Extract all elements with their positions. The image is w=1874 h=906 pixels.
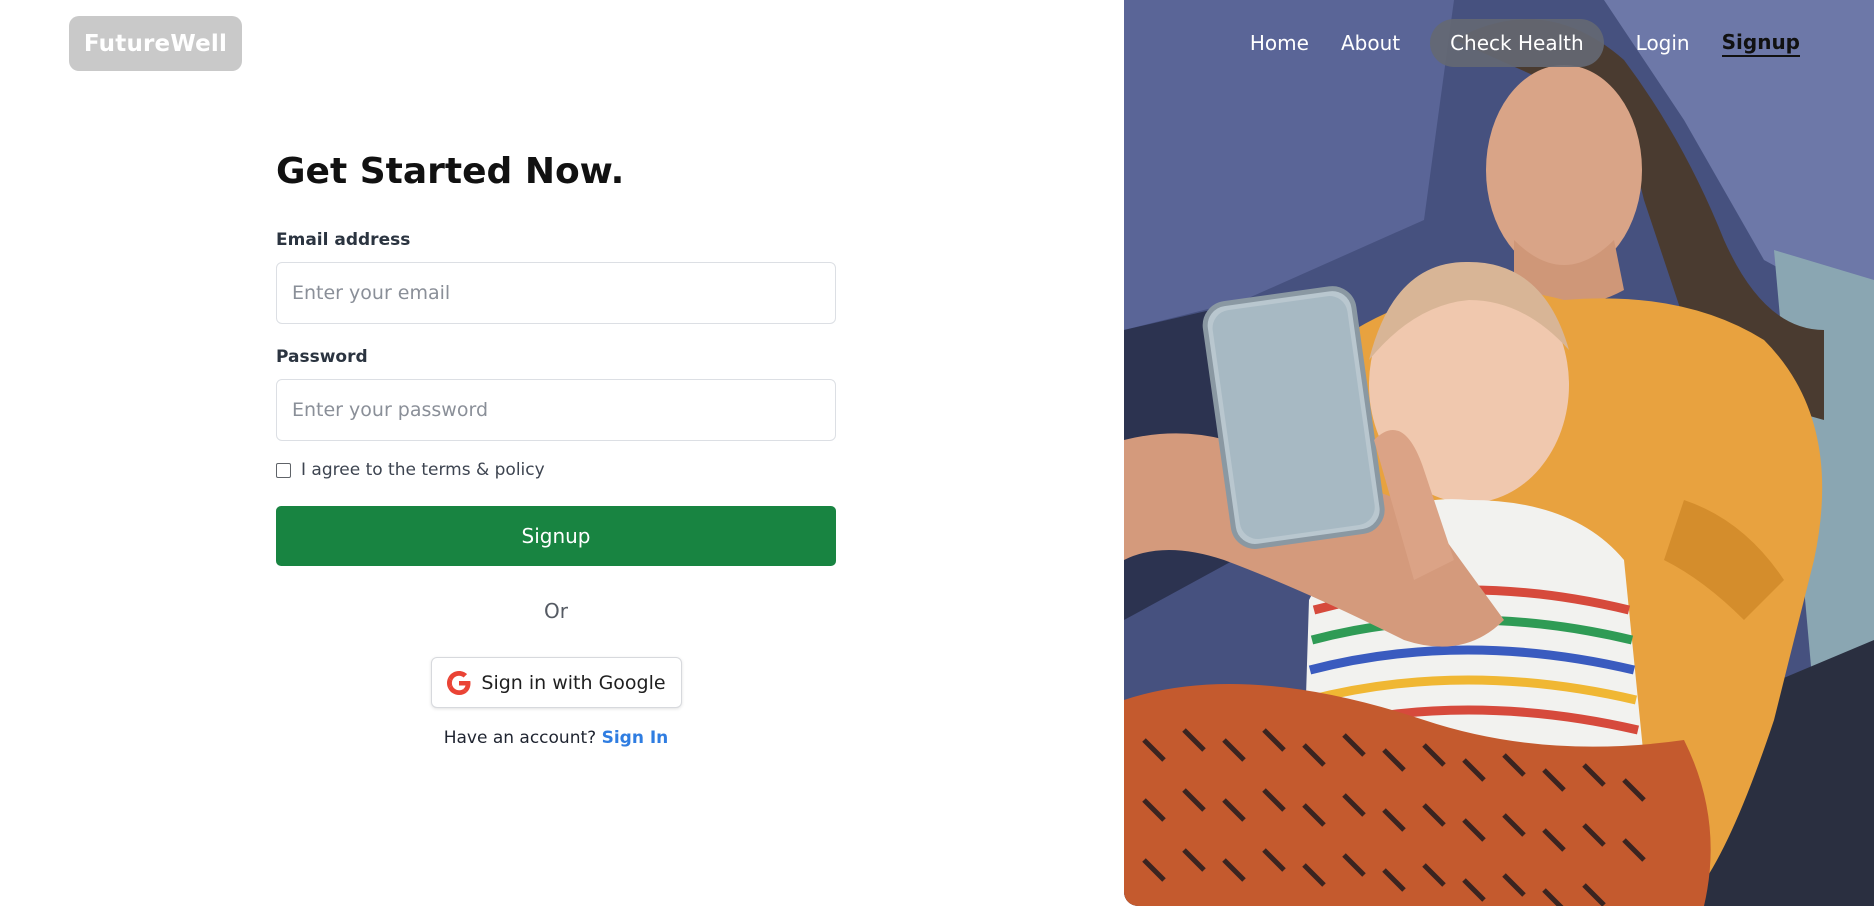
hero-photo: Home About Check Health Login Signup bbox=[1124, 0, 1874, 906]
password-input[interactable] bbox=[276, 379, 836, 441]
checkbox-unchecked-icon[interactable] bbox=[276, 462, 291, 478]
nav-login[interactable]: Login bbox=[1636, 31, 1690, 55]
signup-form: Get Started Now. Email address Password … bbox=[276, 150, 836, 748]
brand-logo[interactable]: FutureWell bbox=[69, 16, 242, 71]
main-nav: Home About Check Health Login Signup bbox=[1250, 18, 1800, 68]
nav-about[interactable]: About bbox=[1341, 31, 1400, 55]
brand-name: FutureWell bbox=[83, 30, 228, 57]
signup-page: FutureWell Get Started Now. Email addres… bbox=[0, 0, 1874, 906]
have-account-row: Have an account? Sign In bbox=[276, 728, 836, 748]
mother-and-baby-photo bbox=[1124, 0, 1874, 906]
nav-check-health[interactable]: Check Health bbox=[1430, 19, 1604, 67]
google-signin-label: Sign in with Google bbox=[481, 671, 666, 694]
password-label: Password bbox=[276, 347, 368, 367]
terms-agreement: I agree to the terms & policy bbox=[276, 460, 545, 480]
email-input[interactable] bbox=[276, 262, 836, 324]
sign-in-link[interactable]: Sign In bbox=[602, 728, 669, 748]
or-divider: Or bbox=[544, 599, 568, 623]
email-label: Email address bbox=[276, 230, 411, 250]
terms-label[interactable]: I agree to the terms & policy bbox=[301, 460, 545, 480]
signup-button[interactable]: Signup bbox=[276, 506, 836, 566]
google-g-icon bbox=[447, 670, 471, 695]
nav-signup[interactable]: Signup bbox=[1721, 30, 1800, 57]
nav-home[interactable]: Home bbox=[1250, 31, 1309, 55]
have-account-text: Have an account? bbox=[443, 728, 597, 748]
google-signin-button[interactable]: Sign in with Google bbox=[431, 657, 682, 708]
page-title: Get Started Now. bbox=[276, 151, 625, 192]
